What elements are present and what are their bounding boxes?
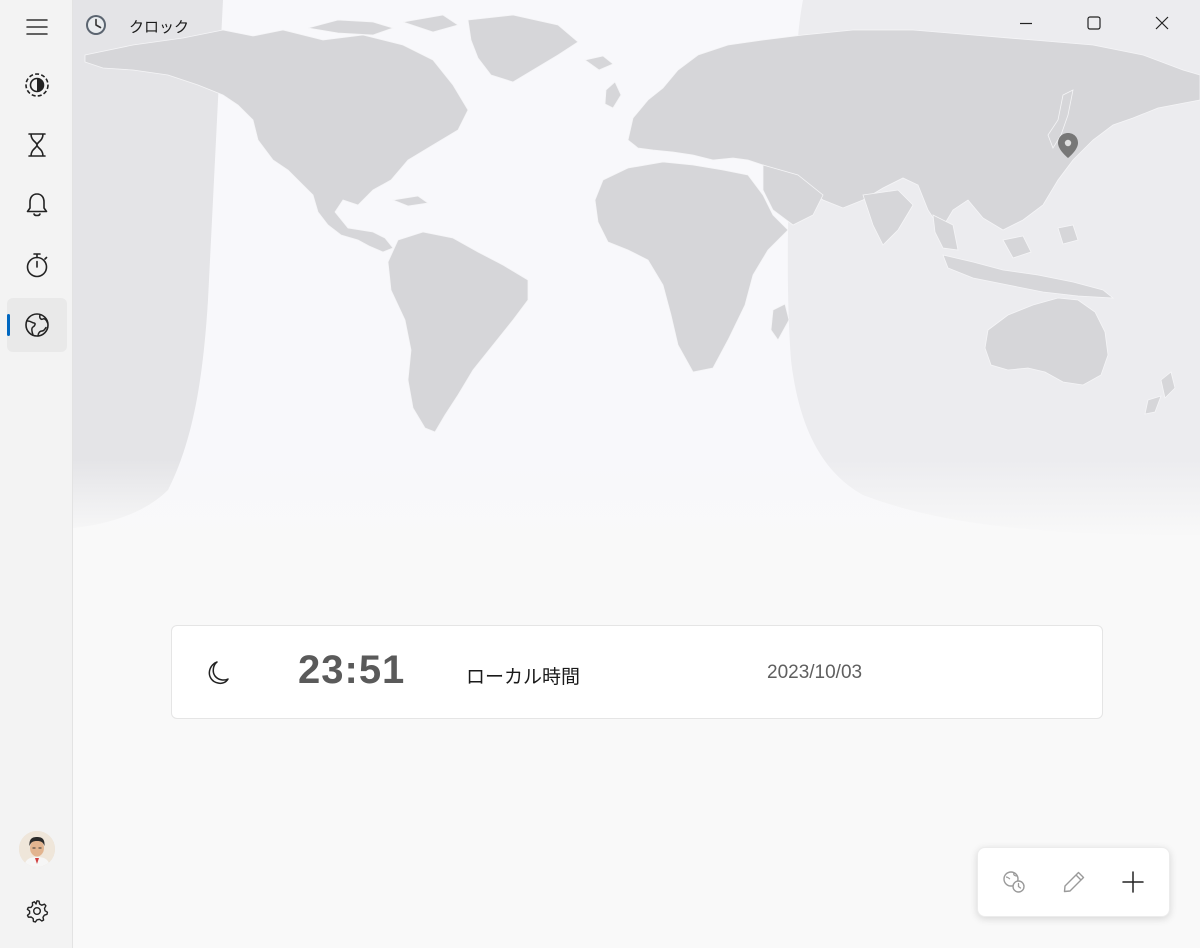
compare-time-button[interactable] xyxy=(990,858,1038,906)
local-time: 23:51 xyxy=(298,648,406,692)
nav-item-world-clock[interactable] xyxy=(7,298,67,352)
close-button[interactable] xyxy=(1128,0,1196,46)
menu-button[interactable] xyxy=(7,0,67,54)
add-icon xyxy=(1122,871,1144,893)
gear-icon xyxy=(26,900,49,923)
navigation-pane xyxy=(0,0,73,948)
focus-icon xyxy=(25,73,49,97)
close-icon xyxy=(1155,16,1169,30)
maximize-button[interactable] xyxy=(1060,0,1128,46)
user-avatar-icon xyxy=(19,831,55,867)
nav-item-timer[interactable] xyxy=(7,118,67,172)
app-title: クロック xyxy=(129,18,190,36)
moon-icon xyxy=(206,659,232,689)
avatar[interactable] xyxy=(19,831,55,867)
add-button[interactable] xyxy=(1109,858,1157,906)
edit-icon xyxy=(1063,871,1085,893)
app-icon xyxy=(85,14,107,40)
edit-button[interactable] xyxy=(1050,858,1098,906)
nav-item-focus[interactable] xyxy=(7,58,67,112)
nav-item-alarm[interactable] xyxy=(7,178,67,232)
local-time-card[interactable]: 23:51 ローカル時間 2023/10/03 xyxy=(171,625,1103,719)
local-date: 2023/10/03 xyxy=(767,662,863,683)
minimize-icon xyxy=(1020,22,1032,25)
compare-time-icon xyxy=(1003,871,1025,893)
world-clock-icon xyxy=(25,313,49,337)
settings-button[interactable] xyxy=(7,884,67,938)
alarm-icon xyxy=(26,193,48,217)
clock-app-icon xyxy=(86,15,106,35)
timer-icon xyxy=(28,133,46,157)
stopwatch-icon xyxy=(26,253,48,278)
world-clock-page: クロック 23:51 ローカル時間 2023/10/03 xyxy=(73,0,1200,948)
command-bar xyxy=(977,847,1170,917)
hamburger-icon xyxy=(26,19,48,35)
world-map xyxy=(73,0,1200,540)
maximize-icon xyxy=(1087,16,1101,30)
minimize-button[interactable] xyxy=(992,0,1060,46)
nav-item-stopwatch[interactable] xyxy=(7,238,67,292)
timezone-label: ローカル時間 xyxy=(466,666,581,688)
